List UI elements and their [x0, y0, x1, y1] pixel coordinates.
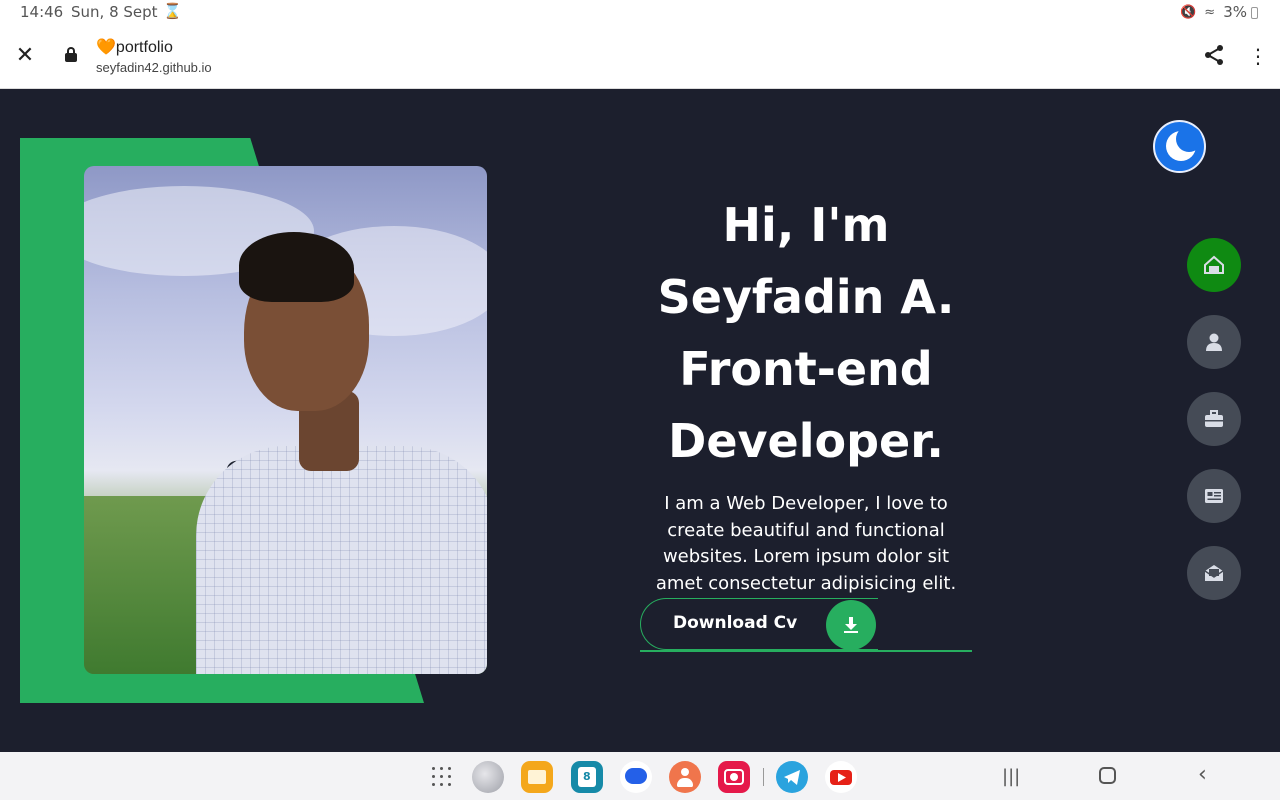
download-cv-label: Download Cv [673, 613, 798, 633]
more-vert-icon[interactable]: ⋮ [1248, 44, 1268, 68]
hero-description: I am a Web Developer, I love to create b… [655, 493, 957, 594]
battery-icon [1251, 7, 1258, 19]
messages-icon[interactable] [620, 761, 652, 793]
home-nav-icon[interactable] [1099, 767, 1116, 784]
cv-underline [640, 650, 972, 652]
browser-toolbar: ✕ 🧡portfolio seyfadin42.github.io ⋮ [0, 24, 1280, 89]
app-dock: 8 ||| ‹ [0, 752, 1280, 800]
status-icons: 🔇 ≈ 3% [1180, 3, 1258, 21]
mute-icon: 🔇 [1180, 4, 1197, 20]
lock-icon[interactable] [65, 47, 77, 62]
status-date: Sun, 8 Sept [71, 3, 158, 21]
status-time: 14:46 [20, 3, 64, 21]
nav-home-button[interactable] [1187, 238, 1241, 292]
close-icon[interactable]: ✕ [13, 42, 37, 70]
camera-icon[interactable] [718, 761, 750, 793]
page-title: 🧡portfolio [96, 37, 173, 57]
recents-icon[interactable]: ||| [1002, 766, 1020, 787]
calendar-icon[interactable]: 8 [571, 761, 603, 793]
hero-heading-line2: Seyfadin A. [657, 270, 955, 324]
user-icon [1206, 333, 1222, 351]
calendar-day: 8 [583, 770, 591, 783]
hero-heading-line1: Hi, I'm [722, 198, 890, 252]
nav-about-button[interactable] [1187, 315, 1241, 369]
hero-section: Hi, I'm Seyfadin A. Front-end Developer.… [560, 189, 1052, 594]
theme-toggle-button[interactable] [1153, 120, 1206, 173]
profile-photo [84, 166, 487, 674]
download-cv-button[interactable]: Download Cv [640, 598, 878, 650]
back-icon[interactable]: ‹ [1198, 762, 1207, 787]
apps-grid-icon[interactable] [432, 767, 452, 787]
download-icon [826, 600, 876, 650]
internet-icon[interactable] [472, 761, 504, 793]
briefcase-icon [1205, 410, 1223, 427]
wifi-icon: ≈ [1204, 4, 1216, 20]
files-icon[interactable] [521, 761, 553, 793]
telegram-icon[interactable] [776, 761, 808, 793]
status-bar: 14:46 Sun, 8 Sept ⌛ 🔇 ≈ 3% [0, 0, 1280, 24]
dock-separator [763, 768, 764, 786]
hourglass-icon: ⌛ [163, 2, 182, 20]
heart-icon: 🧡 [96, 39, 116, 56]
hero-heading: Hi, I'm Seyfadin A. Front-end Developer. [560, 189, 1052, 477]
battery-percent: 3% [1223, 3, 1247, 21]
home-icon [1204, 255, 1224, 274]
newspaper-icon [1205, 489, 1223, 503]
nav-blog-button[interactable] [1187, 469, 1241, 523]
hero-heading-line4: Developer. [668, 414, 944, 468]
share-icon[interactable] [1203, 44, 1225, 66]
contacts-icon[interactable] [669, 761, 701, 793]
portfolio-page: Hi, I'm Seyfadin A. Front-end Developer.… [0, 89, 1280, 752]
page-title-text: portfolio [115, 39, 173, 56]
nav-contact-button[interactable] [1187, 546, 1241, 600]
youtube-icon[interactable] [825, 761, 857, 793]
nav-portfolio-button[interactable] [1187, 392, 1241, 446]
hero-heading-line3: Front-end [679, 342, 933, 396]
page-url[interactable]: seyfadin42.github.io [96, 60, 212, 75]
mail-open-icon [1204, 565, 1224, 581]
